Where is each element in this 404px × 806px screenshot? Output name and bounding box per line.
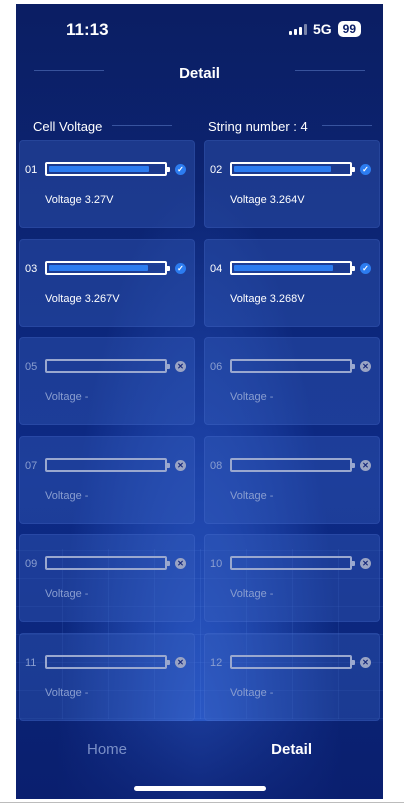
cell-voltage: Voltage -: [230, 391, 274, 403]
battery-tip: [352, 364, 355, 369]
cell-voltage: Voltage 3.27V: [45, 194, 114, 206]
cell-voltage: Voltage -: [230, 588, 274, 600]
close-icon: ✕: [175, 657, 186, 668]
cell-number: 08: [210, 460, 223, 472]
cell-voltage: Voltage 3.264V: [230, 194, 305, 206]
cell-card: 08 ✕ Voltage -: [204, 436, 380, 524]
check-icon: ✓: [175, 164, 186, 175]
battery-icon: 99: [337, 21, 361, 37]
check-icon: ✓: [175, 263, 186, 274]
close-icon: ✕: [175, 460, 186, 471]
cell-battery-fill: [49, 265, 148, 271]
battery-tip: [352, 561, 355, 566]
status-indicators: 5G 99: [288, 21, 361, 37]
cell-voltage-label: Cell Voltage: [33, 119, 103, 134]
battery-tip: [167, 463, 170, 468]
battery-tip: [167, 167, 170, 172]
string-number-label: String number : 4: [208, 119, 308, 134]
cell-battery-bar: [45, 162, 170, 176]
cell-number: 07: [25, 460, 38, 472]
cell-card: 01 ✓ Voltage 3.27V: [19, 140, 195, 228]
battery-tip: [352, 266, 355, 271]
cell-voltage: Voltage 3.267V: [45, 293, 120, 305]
battery-tip: [352, 167, 355, 172]
cell-voltage: Voltage -: [45, 391, 89, 403]
cell-card: 05 ✕ Voltage -: [19, 337, 195, 425]
cell-number: 01: [25, 164, 38, 176]
cell-number: 05: [25, 361, 38, 373]
cell-voltage: Voltage -: [45, 490, 89, 502]
battery-tip: [167, 660, 170, 665]
cell-battery-bar: [45, 556, 170, 570]
cell-battery-fill: [49, 166, 149, 172]
cell-voltage: Voltage -: [45, 588, 89, 600]
cell-battery-bar: [230, 556, 355, 570]
status-time: 11:13: [66, 20, 109, 39]
cell-card: 06 ✕ Voltage -: [204, 337, 380, 425]
battery-tip: [352, 463, 355, 468]
cell-number: 06: [210, 361, 223, 373]
signal-icon: [288, 23, 307, 35]
cell-card: 04 ✓ Voltage 3.268V: [204, 239, 380, 327]
cell-battery-bar: [45, 655, 170, 669]
cell-number: 11: [25, 657, 37, 669]
cell-card: 11 ✕ Voltage -: [19, 633, 195, 721]
tab-detail[interactable]: Detail: [271, 741, 312, 758]
battery-tip: [352, 660, 355, 665]
close-icon: ✕: [175, 361, 186, 372]
cell-battery-bar: [230, 359, 355, 373]
close-icon: ✕: [175, 558, 186, 569]
cell-card: 07 ✕ Voltage -: [19, 436, 195, 524]
battery-tip: [167, 561, 170, 566]
battery-tip: [167, 364, 170, 369]
cell-battery-bar: [230, 655, 355, 669]
page-title: Detail: [179, 65, 220, 82]
cell-number: 12: [210, 657, 223, 669]
check-icon: ✓: [360, 164, 371, 175]
home-indicator: [134, 786, 266, 791]
cell-number: 03: [25, 263, 38, 275]
cell-number: 09: [25, 558, 38, 570]
cell-card: 12 ✕ Voltage -: [204, 633, 380, 721]
close-icon: ✕: [360, 558, 371, 569]
network-type: 5G: [312, 21, 332, 37]
battery-tip: [167, 266, 170, 271]
app-screen: 11:13 5G 99 Detail Cell Voltage String n…: [16, 4, 383, 799]
label-divider-right: [322, 125, 372, 126]
cell-voltage: Voltage -: [45, 687, 89, 699]
close-icon: ✕: [360, 460, 371, 471]
cell-number: 10: [210, 558, 223, 570]
cell-voltage: Voltage -: [230, 490, 274, 502]
cell-number: 04: [210, 263, 223, 275]
cell-number: 02: [210, 164, 223, 176]
tab-bar: Home Detail: [16, 721, 383, 799]
screenshot-edge-divider: [0, 802, 404, 803]
cell-battery-bar: [45, 261, 170, 275]
cell-battery-bar: [45, 458, 170, 472]
close-icon: ✕: [360, 361, 371, 372]
cell-card: 10 ✕ Voltage -: [204, 534, 380, 622]
label-divider-left: [112, 125, 172, 126]
cell-card: 03 ✓ Voltage 3.267V: [19, 239, 195, 327]
cell-voltage: Voltage 3.268V: [230, 293, 305, 305]
cell-battery-bar: [230, 458, 355, 472]
cell-battery-fill: [234, 166, 332, 172]
cell-battery-bar: [45, 359, 170, 373]
tab-home[interactable]: Home: [87, 741, 127, 758]
close-icon: ✕: [360, 657, 371, 668]
cell-battery-bar: [230, 162, 355, 176]
status-bar: 11:13 5G 99: [16, 4, 383, 50]
cell-battery-bar: [230, 261, 355, 275]
cell-card: 09 ✕ Voltage -: [19, 534, 195, 622]
check-icon: ✓: [360, 263, 371, 274]
cell-card: 02 ✓ Voltage 3.264V: [204, 140, 380, 228]
cell-voltage: Voltage -: [230, 687, 274, 699]
cell-battery-fill: [234, 265, 333, 271]
